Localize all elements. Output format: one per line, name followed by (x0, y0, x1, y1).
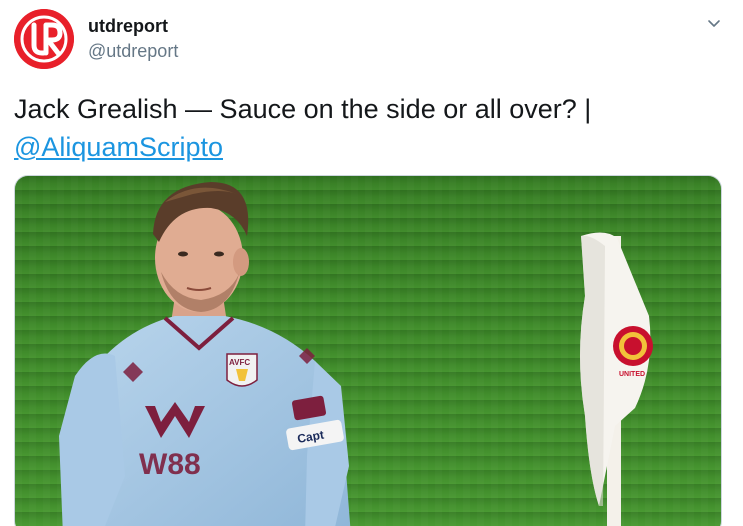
tweet-photo[interactable]: UNITED Capt AVFC W88 (14, 175, 722, 526)
flag-crest-text: UNITED (619, 371, 645, 378)
tweet-body: Jack Grealish — Sauce on the side or all… (14, 94, 592, 124)
user-handle[interactable]: @utdreport (88, 40, 178, 62)
mention-link[interactable]: @AliquamScripto (14, 132, 223, 162)
more-options-button[interactable] (703, 12, 725, 34)
photo-image: UNITED Capt AVFC W88 (15, 176, 721, 526)
chevron-down-icon (708, 20, 720, 27)
tweet-text: Jack Grealish — Sauce on the side or all… (14, 90, 714, 166)
ur-logo-icon (14, 9, 74, 69)
avatar[interactable] (14, 9, 74, 69)
shirt-sponsor-text: W88 (139, 448, 201, 481)
badge-text: AVFC (229, 358, 250, 367)
display-name[interactable]: utdreport (88, 15, 168, 37)
tweet-card: utdreport @utdreport Jack Grealish — Sau… (0, 0, 743, 526)
